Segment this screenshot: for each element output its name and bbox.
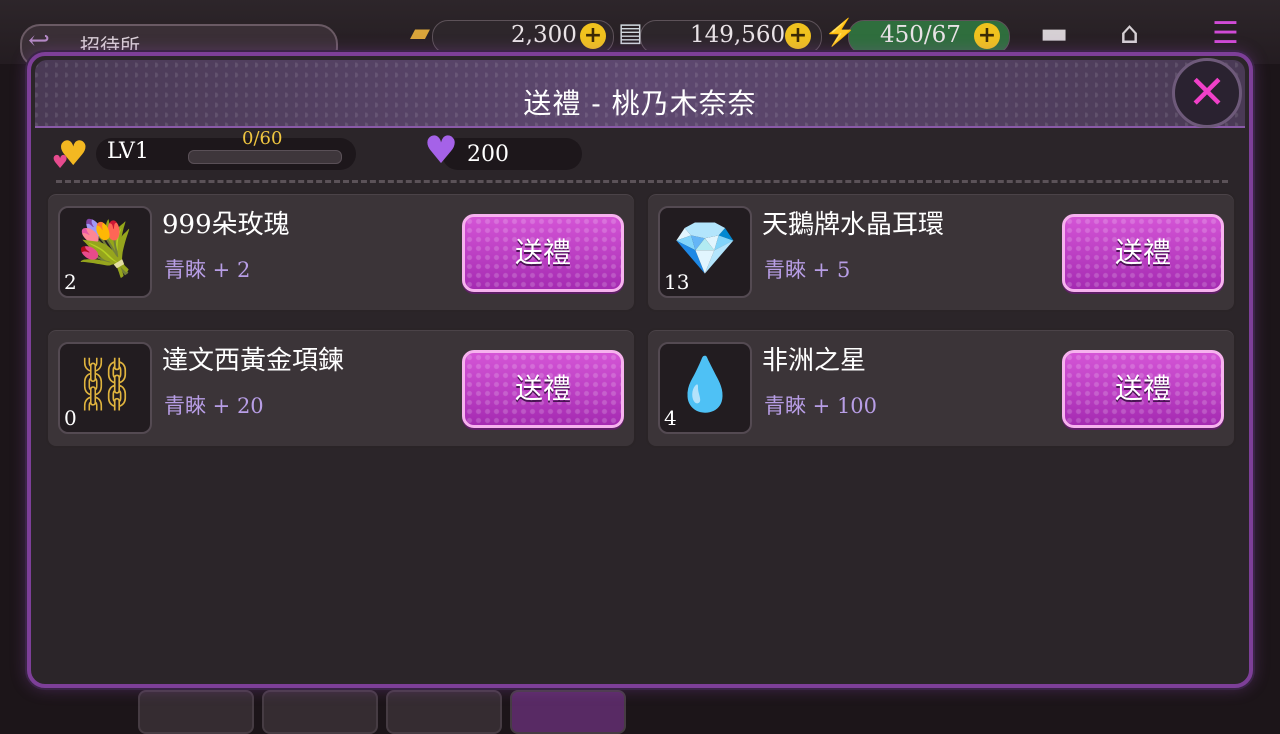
- gift-name: 達文西黃金項鍊: [162, 346, 345, 376]
- gem-count: 200: [467, 142, 509, 167]
- energy-value: 450/67: [880, 22, 961, 48]
- gift-name: 天鵝牌水晶耳環: [762, 210, 945, 240]
- bg-tab-1: [138, 690, 254, 734]
- gold-bar-icon: ▰: [410, 18, 430, 48]
- gift-affinity-bonus: 青睞 + 2: [164, 258, 251, 282]
- chat-icon[interactable]: ▬: [1040, 16, 1068, 51]
- exp-value: 0/60: [242, 128, 283, 149]
- energy-bolt-icon: ⚡: [824, 18, 857, 48]
- gift-name: 非洲之星: [762, 346, 867, 376]
- gift-affinity-bonus: 青睞 + 100: [764, 394, 878, 418]
- send-gift-button[interactable]: 送禮: [462, 214, 624, 292]
- gift-quantity: 13: [664, 270, 690, 294]
- gift-affinity-bonus: 青睞 + 20: [164, 394, 264, 418]
- small-heart-icon: ♥: [52, 152, 69, 173]
- gift-quantity: 0: [64, 406, 77, 430]
- gift-card-roses: 💐 2 999朵玫瑰 青睞 + 2 送禮: [46, 192, 636, 312]
- gift-thumbnail: ⛓ 0: [58, 342, 152, 434]
- send-gift-label: 送禮: [1114, 372, 1171, 405]
- bg-tab-2: [262, 690, 378, 734]
- dialog-header: 送禮 - 桃乃木奈奈: [35, 60, 1245, 128]
- gift-quantity: 4: [664, 406, 677, 430]
- gift-thumbnail: 💧 4: [658, 342, 752, 434]
- divider: [56, 180, 1228, 183]
- cash-plus-button[interactable]: +: [785, 23, 811, 49]
- home-icon[interactable]: ⌂: [1120, 16, 1139, 51]
- send-gift-button[interactable]: 送禮: [1062, 350, 1224, 428]
- close-icon: ✕: [1187, 65, 1227, 119]
- gem-panel: [442, 138, 582, 170]
- cash-value: 149,560: [690, 22, 786, 48]
- gift-quantity: 2: [64, 270, 77, 294]
- dialog-title: 送禮 - 桃乃木奈奈: [523, 87, 757, 120]
- bg-tab-4: [510, 690, 626, 734]
- send-gift-button[interactable]: 送禮: [1062, 214, 1224, 292]
- send-gift-label: 送禮: [514, 372, 571, 405]
- gift-name: 999朵玫瑰: [162, 210, 290, 240]
- energy-plus-button[interactable]: +: [974, 23, 1000, 49]
- purple-heart-gem-icon: ♥: [424, 128, 459, 172]
- send-gift-button[interactable]: 送禮: [462, 350, 624, 428]
- menu-icon[interactable]: ☰: [1212, 16, 1239, 51]
- exp-progress-bar: [188, 150, 342, 164]
- send-gift-label: 送禮: [514, 236, 571, 269]
- gold-value: 2,300: [511, 22, 577, 48]
- bg-tab-3: [386, 690, 502, 734]
- gift-thumbnail: 💐 2: [58, 206, 152, 298]
- gold-plus-button[interactable]: +: [580, 23, 606, 49]
- gift-affinity-bonus: 青睞 + 5: [764, 258, 851, 282]
- gift-card-diamond: 💧 4 非洲之星 青睞 + 100 送禮: [646, 328, 1236, 448]
- gift-card-earrings: 💎 13 天鵝牌水晶耳環 青睞 + 5 送禮: [646, 192, 1236, 312]
- gift-thumbnail: 💎 13: [658, 206, 752, 298]
- close-button[interactable]: ✕: [1172, 58, 1242, 128]
- level-label: LV1: [107, 139, 149, 164]
- gift-card-necklace: ⛓ 0 達文西黃金項鍊 青睞 + 20 送禮: [46, 328, 636, 448]
- send-gift-label: 送禮: [1114, 236, 1171, 269]
- cash-icon: ▤: [618, 18, 643, 48]
